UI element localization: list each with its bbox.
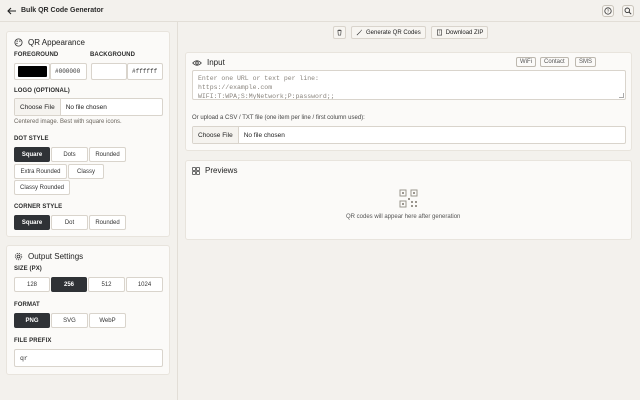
textarea-placeholder-line: https://example.com <box>198 84 273 91</box>
qr-placeholder-icon <box>399 189 418 210</box>
resize-handle[interactable] <box>619 93 624 98</box>
dot-style-dots[interactable]: Dots <box>51 147 88 162</box>
size-512[interactable]: 512 <box>88 277 125 292</box>
qr-appearance-heading: QR Appearance <box>14 38 85 47</box>
dot-style-rounded[interactable]: Rounded <box>89 147 126 162</box>
input-title: Input <box>207 58 225 67</box>
format-webp[interactable]: WebP <box>89 313 126 328</box>
input-heading: Input <box>192 58 225 67</box>
foreground-label: FOREGROUND <box>14 52 59 58</box>
input-textarea[interactable]: Enter one URL or text per line: https://… <box>192 70 626 100</box>
trash-icon <box>337 29 342 36</box>
file-prefix-label: FILE PREFIX <box>14 338 52 344</box>
csv-file-input[interactable]: Choose File No file chosen <box>192 126 626 144</box>
search-icon[interactable] <box>622 5 634 17</box>
sms-template-button[interactable]: SMS <box>575 57 597 67</box>
palette-icon <box>14 38 23 47</box>
format-png[interactable]: PNG <box>14 313 50 328</box>
logo-label: LOGO (OPTIONAL) <box>14 88 70 94</box>
csv-file-status: No file chosen <box>243 131 285 139</box>
textarea-placeholder-line: Enter one URL or text per line: <box>198 75 319 82</box>
background-swatch <box>95 66 124 77</box>
main-toolbar: Generate QR Codes Download ZIP <box>333 26 489 39</box>
file-prefix-input[interactable]: qr <box>14 349 163 367</box>
dot-style-square[interactable]: Square <box>14 147 50 162</box>
output-settings-heading: Output Settings <box>14 252 83 261</box>
clear-button[interactable] <box>333 26 346 39</box>
previews-empty-text: QR codes will appear here after generati… <box>346 214 461 220</box>
logo-file-status: No file chosen <box>65 103 107 111</box>
gear-icon <box>14 252 23 261</box>
size-128[interactable]: 128 <box>14 277 50 292</box>
wifi-template-button[interactable]: WiFi <box>516 57 536 67</box>
format-label: FORMAT <box>14 302 40 308</box>
foreground-color-picker[interactable] <box>14 63 50 80</box>
textarea-placeholder-line: WIFI:T:WPA;S:MyNetwork;P:password;; <box>198 93 335 100</box>
background-hex-input[interactable]: #ffffff <box>127 63 163 80</box>
format-svg[interactable]: SVG <box>51 313 88 328</box>
corner-style-square[interactable]: Square <box>14 215 50 230</box>
csv-choose-file-button[interactable]: Choose File <box>193 127 239 143</box>
size-256[interactable]: 256 <box>51 277 87 292</box>
back-arrow-icon[interactable] <box>6 5 18 17</box>
eye-icon <box>192 59 202 66</box>
app-title: Bulk QR Code Generator <box>21 7 104 14</box>
size-label: SIZE (PX) <box>14 266 42 272</box>
corner-style-rounded[interactable]: Rounded <box>89 215 126 230</box>
contact-template-button[interactable]: Contact <box>540 57 569 67</box>
background-color-picker[interactable] <box>91 63 127 80</box>
size-1024[interactable]: 1024 <box>126 277 163 292</box>
help-icon[interactable]: ? <box>602 5 614 17</box>
background-label: BACKGROUND <box>90 52 135 58</box>
dot-style-classy[interactable]: Classy <box>68 164 104 179</box>
download-zip-button[interactable]: Download ZIP <box>430 26 489 39</box>
magic-wand-icon <box>356 29 362 36</box>
foreground-swatch <box>18 66 47 77</box>
dot-style-label: DOT STYLE <box>14 136 49 142</box>
previews-heading: Previews <box>192 166 237 175</box>
previews-title: Previews <box>205 166 238 175</box>
foreground-hex-input[interactable]: #000000 <box>50 63 87 80</box>
corner-style-dot[interactable]: Dot <box>51 215 88 230</box>
generate-label: Generate QR Codes <box>366 29 421 36</box>
archive-icon <box>436 29 442 36</box>
logo-file-input[interactable]: Choose File No file chosen <box>14 98 163 116</box>
top-bar: Bulk QR Code Generator ? <box>0 0 640 22</box>
corner-style-label: CORNER STYLE <box>14 204 63 210</box>
svg-text:?: ? <box>607 9 610 14</box>
dot-style-classy-rounded[interactable]: Classy Rounded <box>14 180 70 195</box>
grid-icon <box>192 166 200 175</box>
dot-style-extra-rounded[interactable]: Extra Rounded <box>14 164 67 179</box>
csv-upload-label: Or upload a CSV / TXT file (one item per… <box>192 115 365 121</box>
qr-appearance-title: QR Appearance <box>28 38 85 47</box>
logo-choose-file-button[interactable]: Choose File <box>15 99 61 115</box>
logo-hint: Centered image. Best with square icons. <box>14 119 122 125</box>
download-label: Download ZIP <box>445 29 484 36</box>
output-settings-title: Output Settings <box>28 252 84 261</box>
generate-qr-codes-button[interactable]: Generate QR Codes <box>351 26 426 39</box>
